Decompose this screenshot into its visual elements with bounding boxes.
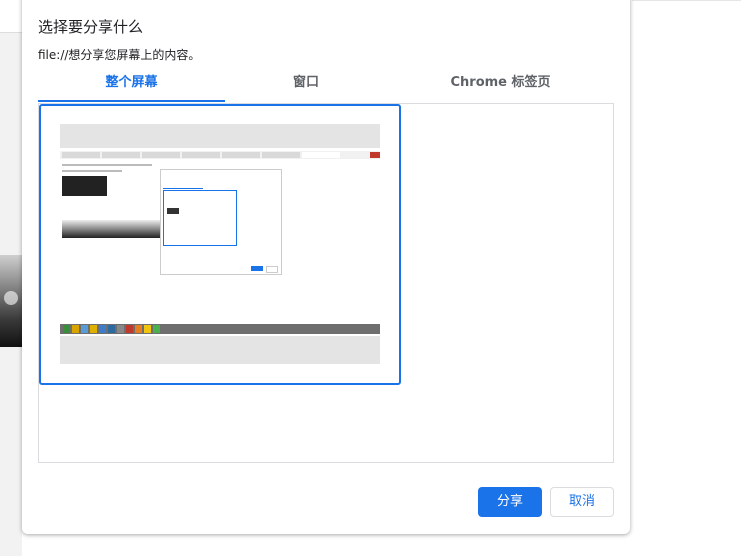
screen-preview-image bbox=[60, 124, 380, 364]
background-divider bbox=[632, 0, 741, 1]
source-tabs: 整个屏幕 窗口 Chrome 标签页 bbox=[38, 72, 614, 104]
preview-taskbar-icon bbox=[99, 325, 106, 333]
preview-bottom bbox=[60, 336, 380, 364]
preview-tab bbox=[182, 152, 220, 158]
preview-taskbar-icon bbox=[126, 325, 133, 333]
volume-icon bbox=[4, 291, 18, 305]
preview-tab bbox=[262, 152, 300, 158]
preview-tab bbox=[142, 152, 180, 158]
preview-tabstrip bbox=[60, 151, 380, 159]
preview-tab bbox=[102, 152, 140, 158]
cancel-button[interactable]: 取消 bbox=[550, 487, 614, 517]
preview-dialog-thumb bbox=[163, 190, 237, 246]
preview-dialog-share bbox=[251, 266, 263, 271]
preview-tab bbox=[62, 152, 100, 158]
background-page bbox=[0, 0, 22, 556]
preview-tab bbox=[222, 152, 260, 158]
dialog-subtitle: file://想分享您屏幕上的内容。 bbox=[38, 48, 201, 62]
preview-accent bbox=[370, 152, 380, 158]
source-list-panel bbox=[38, 104, 614, 463]
tab-entire-screen[interactable]: 整个屏幕 bbox=[38, 72, 225, 102]
screen-share-dialog: 选择要分享什么 file://想分享您屏幕上的内容。 整个屏幕 窗口 Chrom… bbox=[22, 0, 630, 534]
preview-text-line bbox=[62, 164, 152, 166]
tab-window[interactable]: 窗口 bbox=[225, 72, 387, 102]
preview-taskbar-icon bbox=[153, 325, 160, 333]
preview-taskbar-icon bbox=[117, 325, 124, 333]
preview-taskbar-icon bbox=[72, 325, 79, 333]
preview-dialog-tab bbox=[163, 188, 203, 189]
preview-video bbox=[62, 176, 107, 196]
preview-text-line bbox=[62, 170, 122, 172]
background-header bbox=[0, 0, 22, 33]
preview-video bbox=[62, 220, 160, 238]
preview-dialog bbox=[160, 169, 282, 275]
dialog-title: 选择要分享什么 bbox=[38, 18, 144, 36]
share-button[interactable]: 分享 bbox=[478, 487, 542, 517]
preview-taskbar-icon bbox=[90, 325, 97, 333]
preview-dialog-video bbox=[167, 208, 179, 214]
tab-chrome-tab[interactable]: Chrome 标签页 bbox=[387, 72, 614, 102]
screen-thumbnail[interactable] bbox=[39, 104, 401, 385]
preview-taskbar-icon bbox=[144, 325, 151, 333]
preview-taskbar-icon bbox=[108, 325, 115, 333]
preview-tab bbox=[302, 152, 340, 158]
preview-taskbar-icon bbox=[135, 325, 142, 333]
background-video bbox=[0, 255, 22, 347]
preview-taskbar-icon bbox=[81, 325, 88, 333]
preview-taskbar-icon bbox=[63, 325, 70, 333]
preview-dialog-cancel bbox=[266, 266, 278, 273]
preview-titlebar bbox=[60, 124, 380, 148]
